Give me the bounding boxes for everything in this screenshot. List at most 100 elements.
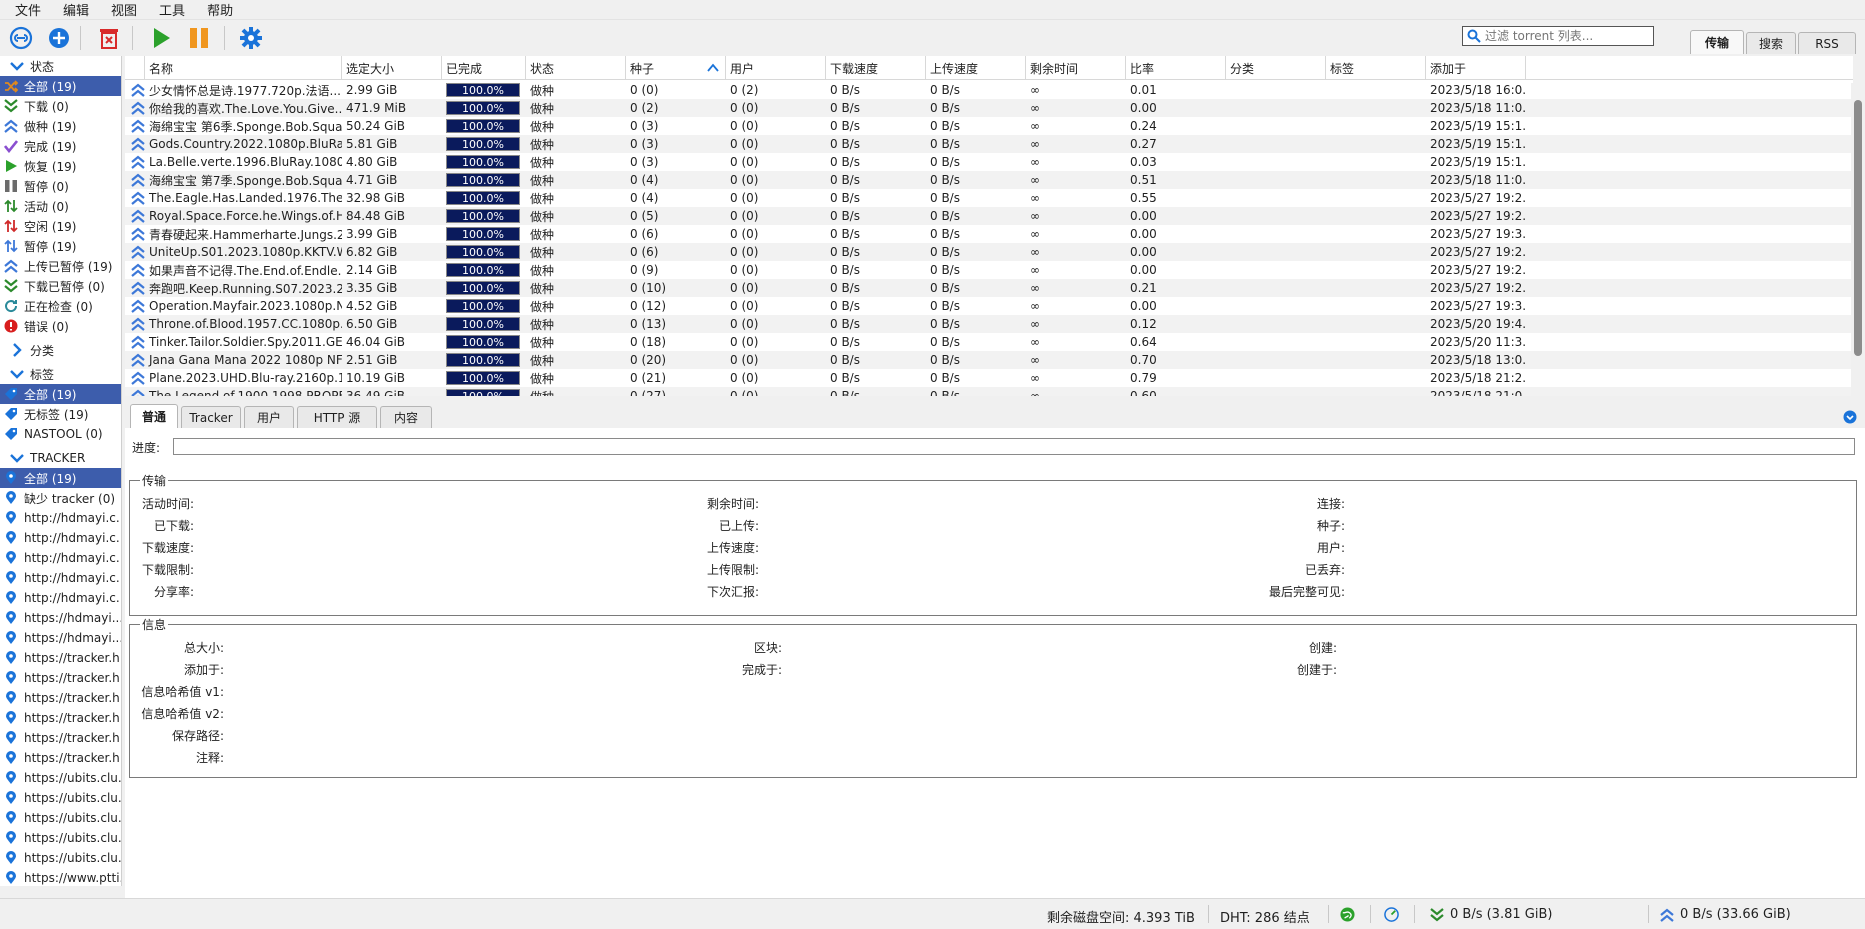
col-header[interactable]: 剩余时间 — [1026, 56, 1126, 80]
tab-http-sources[interactable]: HTTP 源 — [297, 406, 377, 428]
sidebar-tag-item[interactable]: 无标签 (19) — [0, 404, 121, 424]
sidebar-status-item[interactable]: 上传已暂停 (19) — [0, 256, 121, 276]
tab-content[interactable]: 内容 — [380, 406, 432, 428]
table-row[interactable]: Plane.2023.UHD.Blu-ray.2160p.10... 10.19 … — [125, 369, 1853, 387]
col-header[interactable]: 下载速度 — [826, 56, 926, 80]
sidebar-tracker-item[interactable]: https://hdmayi.... — [0, 608, 121, 628]
table-row[interactable]: 奔跑吧.Keep.Running.S07.2023.2... 3.35 GiB 10… — [125, 279, 1853, 297]
table-row[interactable]: 海绵宝宝 第6季.Sponge.Bob.Squa... 50.24 GiB 100.… — [125, 117, 1853, 135]
sidebar-tracker-item[interactable]: http://hdmayi.c... — [0, 548, 121, 568]
sidebar-status-item[interactable]: 做种 (19) — [0, 116, 121, 136]
menu-view[interactable]: 视图 — [100, 0, 148, 19]
table-row[interactable]: 少女情怀总是诗.1977.720p.法语.... 2.99 GiB 100.0% 做种… — [125, 81, 1853, 99]
sidebar-status-item[interactable]: 全部 (19) — [0, 76, 121, 96]
sidebar-tag-item[interactable]: 全部 (19) — [0, 384, 121, 404]
table-scrollbar-thumb[interactable] — [1854, 100, 1862, 356]
col-header[interactable]: 种子 — [626, 56, 726, 80]
tags-section-header[interactable]: 标签 — [0, 364, 121, 384]
col-header-priority[interactable] — [125, 56, 145, 80]
col-header[interactable]: 上传速度 — [926, 56, 1026, 80]
category-section-header[interactable]: 分类 — [0, 340, 121, 360]
table-row[interactable]: Jana Gana Mana 2022 1080p NF ... 2.51 GiB… — [125, 351, 1853, 369]
menu-file[interactable]: 文件 — [4, 0, 52, 19]
table-row[interactable]: 你给我的喜欢.The.Love.You.Give.... 471.9 MiB 100… — [125, 99, 1853, 117]
tab-peers[interactable]: 用户 — [244, 406, 294, 428]
col-header[interactable]: 标签 — [1326, 56, 1426, 80]
table-row[interactable]: 海绵宝宝 第7季.Sponge.Bob.Squa... 4.71 GiB 100.0… — [125, 171, 1853, 189]
sidebar-tracker-item[interactable]: http://hdmayi.c... — [0, 528, 121, 548]
menu-edit[interactable]: 编辑 — [52, 0, 100, 19]
sidebar-tracker-item[interactable]: https://ubits.clu... — [0, 808, 121, 828]
delete-button[interactable] — [96, 25, 122, 51]
table-row[interactable]: Throne.of.Blood.1957.CC.1080p.... 6.50 Gi… — [125, 315, 1853, 333]
table-row[interactable]: Operation.Mayfair.2023.1080p.NF.... 4.52 … — [125, 297, 1853, 315]
sidebar-tracker-item[interactable]: http://hdmayi.c... — [0, 568, 121, 588]
menu-help[interactable]: 帮助 — [196, 0, 244, 19]
sidebar-status-item[interactable]: 下载已暂停 (0) — [0, 276, 121, 296]
sidebar-status-item[interactable]: 暂停 (0) — [0, 176, 121, 196]
sidebar-tracker-item[interactable]: https://tracker.h... — [0, 708, 121, 728]
filter-box[interactable] — [1462, 26, 1654, 46]
table-row[interactable]: The.Legend.of.1900.1998.PROPE... 36.49 Gi… — [125, 387, 1853, 396]
table-row[interactable]: La.Belle.verte.1996.BluRay.1080p.... 4.80… — [125, 153, 1853, 171]
sidebar-tracker-item[interactable]: https://ubits.clu... — [0, 848, 121, 868]
sidebar-tag-item[interactable]: NASTOOL (0) — [0, 424, 121, 444]
sidebar-tracker-item[interactable]: https://hdmayi.... — [0, 628, 121, 648]
tab-search[interactable]: 搜索 — [1746, 32, 1796, 54]
sidebar-status-item[interactable]: 活动 (0) — [0, 196, 121, 216]
table-row[interactable]: 如果声音不记得.The.End.of.Endle... 2.14 GiB 100.0… — [125, 261, 1853, 279]
sidebar-tracker-item[interactable]: https://tracker.h... — [0, 668, 121, 688]
sidebar-tracker-item[interactable]: https://ubits.clu... — [0, 828, 121, 848]
sidebar-tracker-item[interactable]: https://tracker.h... — [0, 648, 121, 668]
col-header[interactable]: 已完成 — [442, 56, 526, 80]
sidebar-status-item[interactable]: 恢复 (19) — [0, 156, 121, 176]
sidebar-status-item[interactable]: 下载 (0) — [0, 96, 121, 116]
sidebar-tracker-item[interactable]: https://tracker.h... — [0, 728, 121, 748]
sidebar-status-item[interactable]: 正在检查 (0) — [0, 296, 121, 316]
pause-button[interactable] — [186, 25, 212, 51]
tracker-section-header[interactable]: TRACKER — [0, 448, 121, 468]
table-row[interactable]: Royal.Space.Force.he.Wings.of.H... 84.48 … — [125, 207, 1853, 225]
options-button[interactable] — [238, 25, 264, 51]
add-link-button[interactable] — [8, 25, 34, 51]
col-header[interactable]: 选定大小 — [342, 56, 442, 80]
sidebar-status-item[interactable]: 空闲 (19) — [0, 216, 121, 236]
menu-tools[interactable]: 工具 — [148, 0, 196, 19]
speed-limit-toggle[interactable] — [1384, 907, 1399, 922]
resume-button[interactable] — [148, 25, 174, 51]
tab-general[interactable]: 普通 — [130, 404, 178, 428]
table-row[interactable]: Tinker.Tailor.Soldier.Spy.2011.GE... 46.0… — [125, 333, 1853, 351]
table-row[interactable]: 青春硬起来.Hammerharte.Jungs.2... 3.99 GiB 100.… — [125, 225, 1853, 243]
col-header[interactable]: 添加于 — [1426, 56, 1526, 80]
table-row[interactable]: Gods.Country.2022.1080p.BluRay.... 5.81 G… — [125, 135, 1853, 153]
table-row[interactable]: The.Eagle.Has.Landed.1976.Thea... 32.98 G… — [125, 189, 1853, 207]
sidebar-tracker-item[interactable]: https://ubits.clu... — [0, 788, 121, 808]
sidebar-tracker-item[interactable]: http://hdmayi.c... — [0, 588, 121, 608]
add-torrent-button[interactable] — [46, 25, 72, 51]
sidebar-tracker-item[interactable]: 缺少 tracker (0) — [0, 488, 121, 508]
connection-status[interactable] — [1340, 907, 1355, 922]
sidebar-tracker-item[interactable]: 全部 (19) — [0, 468, 121, 488]
chevron-down-icon[interactable] — [1843, 410, 1857, 424]
col-header[interactable]: 比率 — [1126, 56, 1226, 80]
tab-rss[interactable]: RSS — [1798, 32, 1856, 54]
sidebar-tracker-item[interactable]: https://tracker.h... — [0, 748, 121, 768]
sidebar-status-item[interactable]: 暂停 (19) — [0, 236, 121, 256]
tab-tracker[interactable]: Tracker — [181, 406, 241, 428]
sidebar-tracker-item[interactable]: https://tracker.h... — [0, 688, 121, 708]
sidebar-tracker-item[interactable]: https://ubits.clu... — [0, 768, 121, 788]
sidebar-status-item[interactable]: 错误 (0) — [0, 316, 121, 336]
sidebar-tracker-item[interactable]: http://hdmayi.c... — [0, 508, 121, 528]
sidebar-status-label: 完成 (19) — [24, 139, 77, 154]
col-header[interactable]: 用户 — [726, 56, 826, 80]
filter-input[interactable] — [1485, 29, 1645, 43]
col-header[interactable]: 分类 — [1226, 56, 1326, 80]
tab-transfer[interactable]: 传输 — [1690, 30, 1744, 54]
col-header[interactable]: 名称 — [145, 56, 342, 80]
table-row[interactable]: UniteUp.S01.2023.1080p.KKTV.W... 6.82 GiB… — [125, 243, 1853, 261]
col-header[interactable]: 状态 — [526, 56, 626, 80]
sidebar-tracker-item[interactable]: https://www.ptti... — [0, 868, 121, 886]
status-section-header[interactable]: 状态 — [0, 56, 121, 76]
sidebar-status-item[interactable]: 完成 (19) — [0, 136, 121, 156]
col-header-label: 标签 — [1330, 61, 1355, 76]
